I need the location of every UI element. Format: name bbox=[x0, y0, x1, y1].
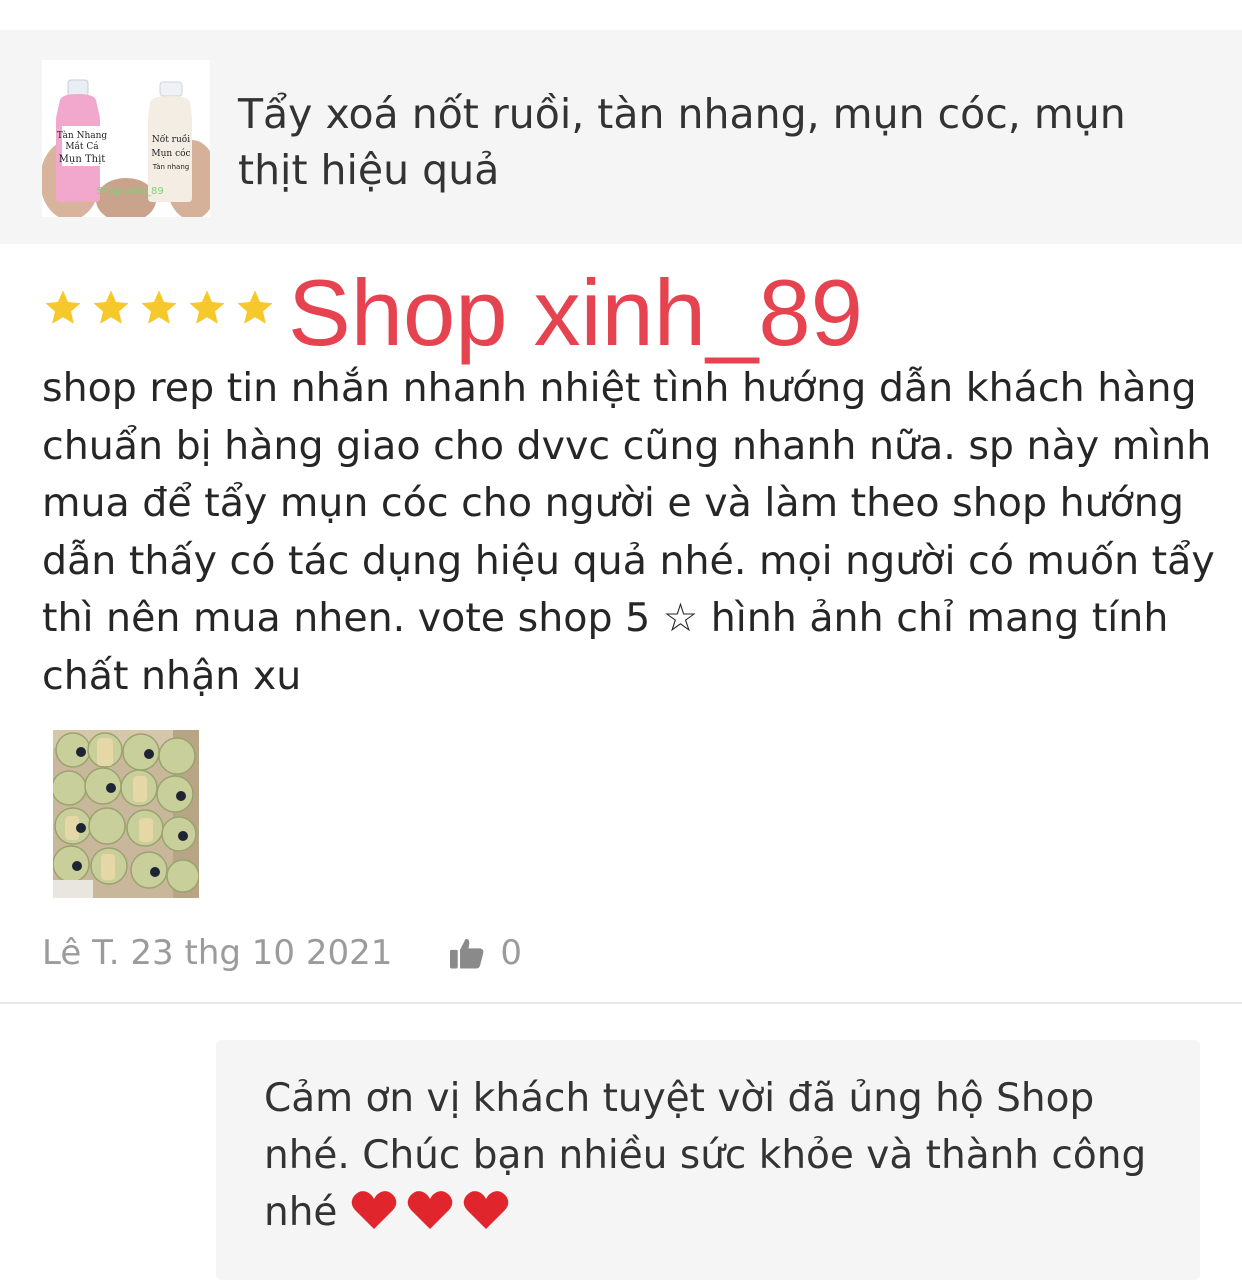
svg-text:Mắt Cá: Mắt Cá bbox=[65, 140, 99, 152]
review-meta: Lê T. 23 thg 10 2021 0 bbox=[42, 925, 522, 981]
thumbs-up-icon[interactable] bbox=[448, 936, 486, 970]
heart-icon bbox=[351, 1191, 397, 1229]
heart-icon bbox=[407, 1191, 453, 1229]
like-button[interactable]: 0 bbox=[448, 933, 522, 973]
review-text: shop rep tin nhắn nhanh nhiệt tình hướng… bbox=[42, 365, 1215, 699]
seller-reply-text: Cảm ơn vị khách tuyệt vời đã ủng hộ Shop… bbox=[264, 1070, 1164, 1241]
svg-text:Mụn Thịt: Mụn Thịt bbox=[59, 154, 106, 165]
seller-reply: Cảm ơn vị khách tuyệt vời đã ủng hộ Shop… bbox=[216, 1040, 1200, 1280]
review-photo[interactable] bbox=[53, 730, 199, 898]
svg-text:Tàn nhang: Tàn nhang bbox=[152, 163, 189, 171]
product-thumbnail[interactable]: Tàn Nhang Mắt Cá Mụn Thịt Nốt ruồi Mụn c… bbox=[42, 60, 210, 217]
review-author-date: Lê T. 23 thg 10 2021 bbox=[42, 933, 393, 973]
melons-in-box-image bbox=[53, 730, 199, 898]
rating-stars bbox=[42, 287, 276, 333]
shop-watermark: Shop xinh_89 bbox=[288, 260, 863, 365]
star-icon bbox=[45, 290, 81, 324]
right-bottle-label: Nốt ruồi bbox=[152, 134, 190, 145]
star-icon bbox=[93, 290, 129, 324]
star-icon bbox=[141, 290, 177, 324]
star-icon bbox=[189, 290, 225, 324]
left-bottle-label: Tàn Nhang bbox=[57, 130, 108, 141]
divider bbox=[0, 1002, 1242, 1004]
product-title[interactable]: Tẩy xoá nốt ruồi, tàn nhang, mụn cóc, mụ… bbox=[238, 86, 1198, 198]
product-bottles-image: Tàn Nhang Mắt Cá Mụn Thịt Nốt ruồi Mụn c… bbox=[42, 60, 210, 217]
product-summary[interactable]: Tàn Nhang Mắt Cá Mụn Thịt Nốt ruồi Mụn c… bbox=[0, 30, 1242, 244]
heart-icon bbox=[463, 1191, 509, 1229]
star-icon bbox=[237, 290, 273, 324]
like-count: 0 bbox=[500, 933, 522, 973]
thumb-watermark: Shop xinh_89 bbox=[96, 186, 163, 197]
svg-text:Mụn cóc: Mụn cóc bbox=[151, 148, 190, 159]
